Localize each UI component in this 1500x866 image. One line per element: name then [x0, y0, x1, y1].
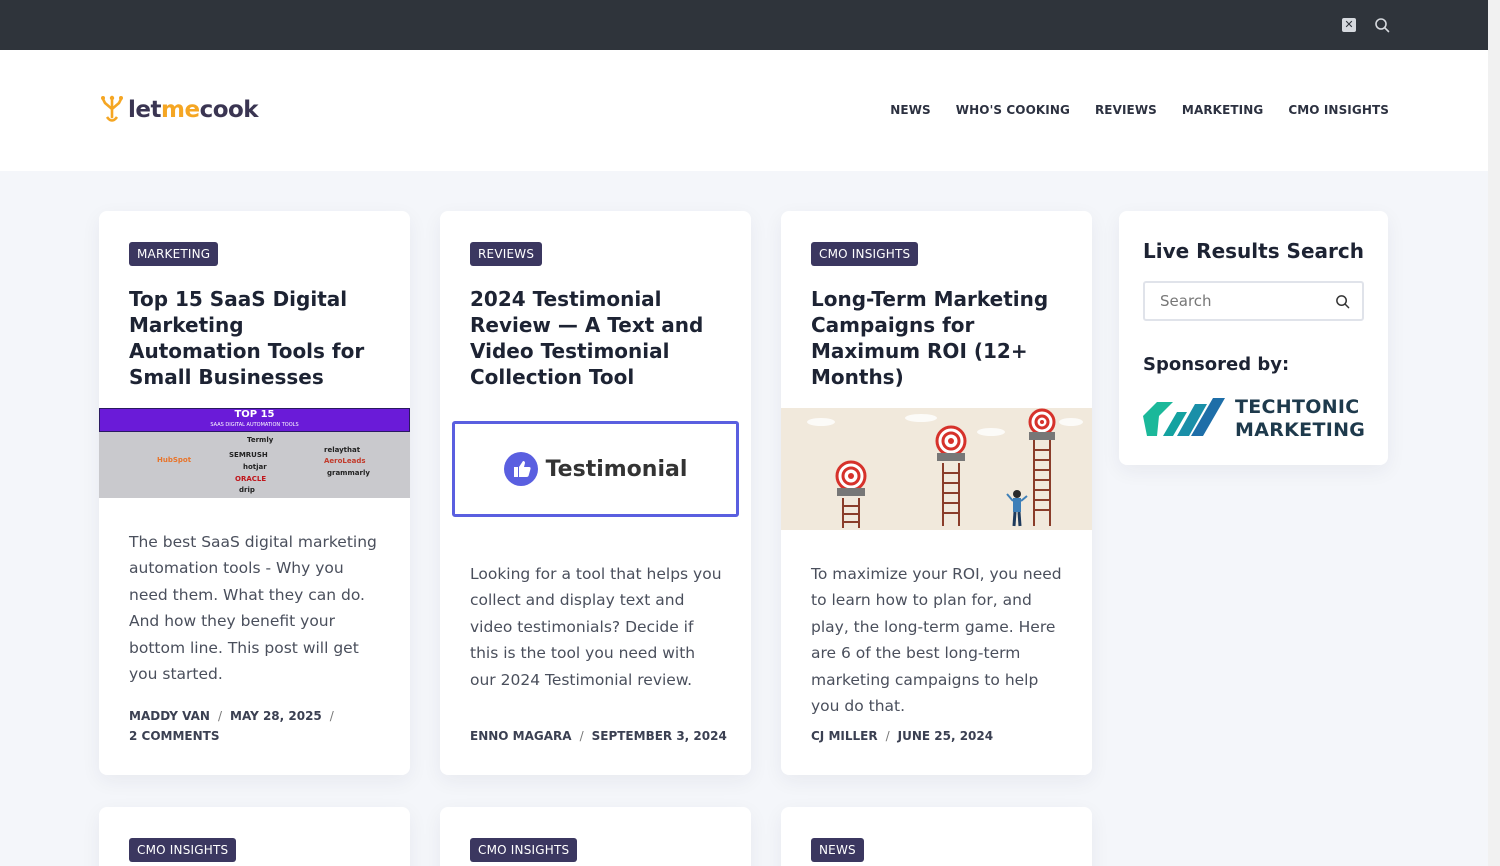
sidebar-widget: Live Results Search Sponsored by: TECHTO… — [1119, 211, 1388, 465]
post-author[interactable]: ENNO MAGARA — [470, 729, 572, 743]
thumbs-up-icon — [503, 452, 538, 486]
post-card: CMO INSIGHTS — [440, 807, 751, 866]
thumb-logo: Termly — [247, 436, 274, 444]
post-excerpt: Looking for a tool that helps you collec… — [470, 565, 722, 689]
thumb-logo: relaythat — [324, 446, 361, 454]
nav-item-cmo-insights[interactable]: CMO INSIGHTS — [1288, 103, 1389, 117]
testimonial-logo-text: Testimonial — [545, 456, 688, 482]
post-meta: CJ MILLER / JUNE 25, 2024 — [811, 729, 994, 743]
nav-item-marketing[interactable]: MARKETING — [1182, 103, 1263, 117]
logo-text: letmecook — [128, 97, 259, 123]
sponsor-name-line1: TECHTONIC — [1235, 396, 1360, 418]
category-badge[interactable]: REVIEWS — [470, 242, 543, 266]
logo-mark-icon — [101, 95, 123, 122]
search-box — [1143, 281, 1364, 321]
post-card: CMO INSIGHTS Long-Term Marketing Campaig… — [781, 211, 1092, 775]
post-card: MARKETING Top 15 SaaS Digital Marketing … — [99, 211, 410, 775]
nav-item-reviews[interactable]: REVIEWS — [1095, 103, 1157, 117]
thumb-subheading: SAAS DIGITAL AUTOMATION TOOLS — [210, 422, 299, 428]
thumb-logo: AeroLeads — [324, 457, 366, 465]
ladders-targets-illustration — [807, 408, 1083, 528]
post-card: REVIEWS 2024 Testimonial Review — A Text… — [440, 211, 751, 775]
category-badge[interactable]: CMO INSIGHTS — [470, 838, 578, 862]
top-bar: ✕ — [0, 0, 1488, 50]
category-badge[interactable]: MARKETING — [129, 242, 219, 266]
thumb-logo: drip — [239, 486, 255, 494]
sponsor-name-line2: MARKETING — [1235, 419, 1366, 441]
post-comments[interactable]: 2 COMMENTS — [129, 729, 220, 743]
thumb-logo: grammarly — [327, 469, 370, 477]
search-input[interactable] — [1160, 283, 1330, 319]
thumb-logo: ORACLE — [235, 475, 267, 483]
post-thumbnail[interactable] — [781, 408, 1092, 530]
thumb-logo: hotjar — [243, 463, 267, 471]
post-title[interactable]: 2024 Testimonial Review — A Text and Vid… — [470, 286, 721, 390]
thumb-logo: SEMRUSH — [229, 451, 268, 459]
post-thumbnail[interactable]: TOP 15 SAAS DIGITAL AUTOMATION TOOLS Ter… — [99, 408, 410, 498]
techtonic-mark-icon — [1143, 398, 1225, 436]
sponsor-label: Sponsored by: — [1143, 354, 1290, 375]
post-thumbnail[interactable]: Testimonial — [452, 421, 739, 517]
post-date: SEPTEMBER 3, 2024 — [591, 729, 727, 743]
post-meta: MADDY VAN / MAY 28, 2025/ 2 COMMENTS — [129, 709, 334, 743]
post-card: CMO INSIGHTS — [99, 807, 410, 866]
post-card: NEWS — [781, 807, 1092, 866]
x-social-icon[interactable]: ✕ — [1342, 18, 1356, 32]
post-date: MAY 28, 2025 — [230, 709, 322, 723]
search-icon[interactable] — [1335, 294, 1350, 309]
site-header: letmecook NEWS WHO'S COOKING REVIEWS MAR… — [0, 50, 1488, 171]
scrollbar[interactable] — [1488, 0, 1500, 866]
site-logo[interactable]: letmecook — [99, 95, 259, 125]
post-author[interactable]: MADDY VAN — [129, 709, 210, 723]
category-badge[interactable]: CMO INSIGHTS — [811, 242, 919, 266]
post-meta: ENNO MAGARA / SEPTEMBER 3, 2024 — [470, 729, 727, 743]
post-author[interactable]: CJ MILLER — [811, 729, 878, 743]
category-badge[interactable]: CMO INSIGHTS — [129, 838, 237, 862]
post-excerpt: To maximize your ROI, you need to learn … — [811, 565, 1062, 716]
sponsor-logo[interactable]: TECHTONIC MARKETING — [1143, 396, 1365, 442]
live-search-title: Live Results Search — [1143, 239, 1364, 263]
post-title[interactable]: Top 15 SaaS Digital Marketing Automation… — [129, 286, 380, 390]
post-date: JUNE 25, 2024 — [897, 729, 994, 743]
category-badge[interactable]: NEWS — [811, 838, 864, 862]
main-nav: NEWS WHO'S COOKING REVIEWS MARKETING CMO… — [890, 103, 1389, 117]
nav-item-news[interactable]: NEWS — [890, 103, 931, 117]
search-icon[interactable] — [1374, 17, 1390, 33]
nav-item-whos-cooking[interactable]: WHO'S COOKING — [956, 103, 1070, 117]
thumb-heading: TOP 15 — [234, 409, 275, 420]
thumb-logo: HubSpot — [157, 456, 192, 464]
post-excerpt: The best SaaS digital marketing automati… — [129, 533, 377, 684]
post-title[interactable]: Long-Term Marketing Campaigns for Maximu… — [811, 286, 1062, 390]
